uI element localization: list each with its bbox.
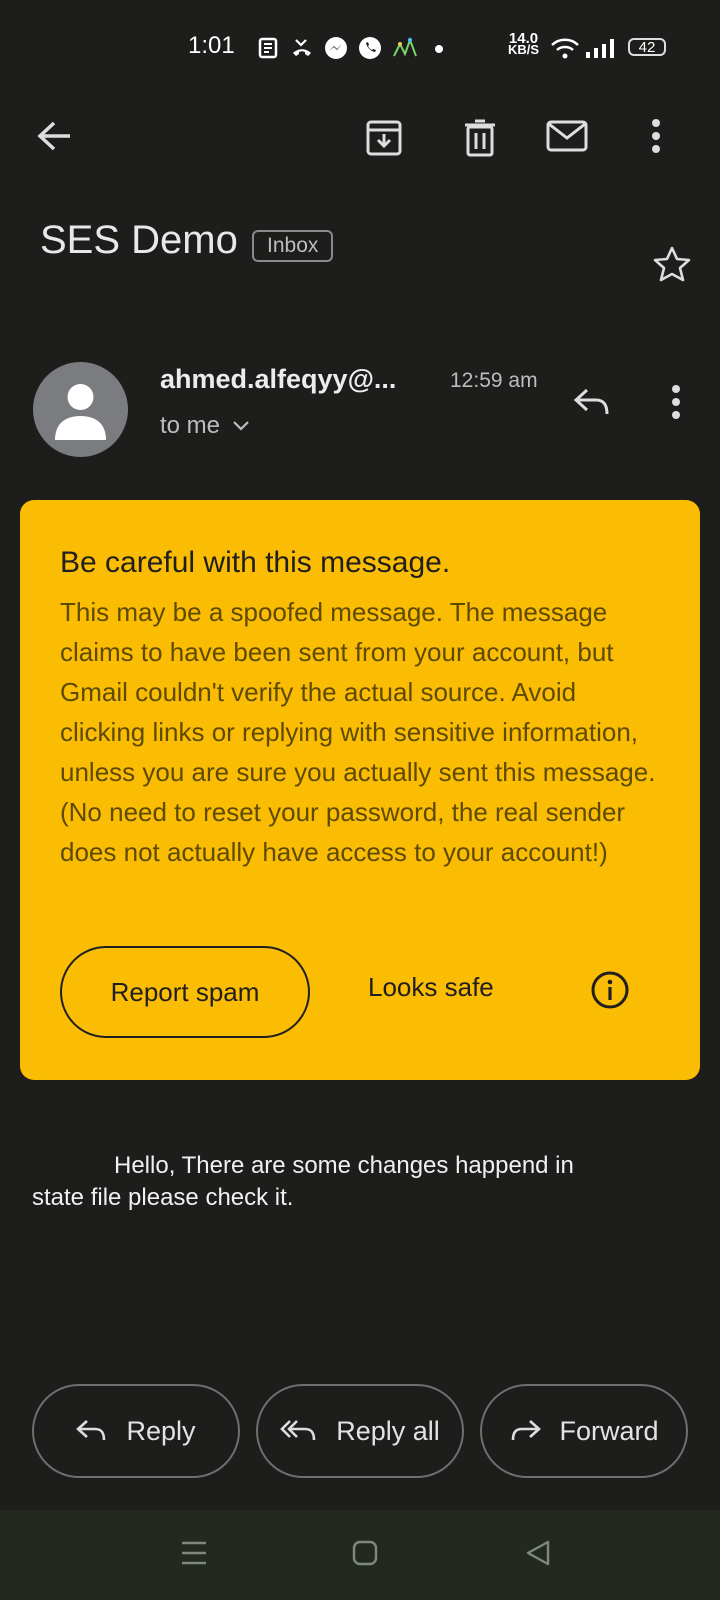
more-vert-icon xyxy=(651,119,661,153)
news-icon xyxy=(258,37,280,59)
wifi-icon xyxy=(550,37,580,59)
delete-icon xyxy=(463,119,497,157)
archive-button[interactable] xyxy=(360,114,408,162)
warning-title: Be careful with this message. xyxy=(60,546,451,579)
email-body-line: Hello, There are some changes happend in xyxy=(114,1152,574,1179)
back-arrow-icon xyxy=(36,120,72,152)
battery-indicator: 42 xyxy=(628,38,666,56)
reply-all-icon xyxy=(280,1419,318,1443)
delete-button[interactable] xyxy=(456,114,504,162)
whatsapp-icon xyxy=(358,36,382,60)
system-nav-bar xyxy=(0,1510,720,1600)
reply-icon xyxy=(573,387,611,417)
email-body-line: state file please check it. xyxy=(32,1184,294,1211)
forward-icon xyxy=(509,1419,542,1443)
messenger-icon xyxy=(324,36,348,60)
activity-app-icon xyxy=(392,36,418,60)
archive-icon xyxy=(365,119,403,157)
spoof-warning-card: Be careful with this message. This may b… xyxy=(20,500,700,1080)
message-more-button[interactable] xyxy=(652,378,700,426)
reply-button[interactable]: Reply xyxy=(32,1384,240,1478)
sender-avatar[interactable] xyxy=(33,362,128,457)
sender-name: ahmed.alfeqyy@... xyxy=(160,364,397,394)
forward-label: Forward xyxy=(559,1415,659,1446)
missed-call-icon xyxy=(290,37,314,59)
email-time: 12:59 am xyxy=(450,369,538,392)
home-icon[interactable] xyxy=(352,1540,378,1566)
back-button[interactable] xyxy=(30,112,78,160)
info-icon xyxy=(590,970,630,1010)
mark-unread-button[interactable] xyxy=(543,112,591,160)
inbox-label[interactable]: Inbox xyxy=(252,230,334,262)
chevron-down-icon xyxy=(232,420,250,432)
net-speed: 14.0 KB/S xyxy=(508,31,540,57)
email-subject: SES Demo xyxy=(40,218,238,262)
star-icon xyxy=(652,245,692,283)
email-body: Hello, There are some changes happend in… xyxy=(32,1150,682,1214)
net-speed-unit: KB/S xyxy=(508,42,540,57)
info-button[interactable] xyxy=(590,970,630,1010)
signal-icon xyxy=(584,38,618,60)
person-icon xyxy=(33,362,128,457)
reply-icon xyxy=(76,1419,108,1443)
dot-icon xyxy=(428,37,450,59)
report-spam-button[interactable]: Report spam xyxy=(60,946,310,1038)
reply-button-header[interactable] xyxy=(568,378,616,426)
reply-all-button[interactable]: Reply all xyxy=(256,1384,464,1478)
recipient-details-toggle[interactable]: to me xyxy=(160,412,250,440)
reply-label: Reply xyxy=(126,1415,196,1446)
forward-button[interactable]: Forward xyxy=(480,1384,688,1478)
status-time: 1:01 xyxy=(188,32,235,59)
more-vert-icon xyxy=(671,385,681,419)
warning-body: This may be a spoofed message. The messa… xyxy=(60,597,656,867)
looks-safe-button[interactable]: Looks safe xyxy=(368,972,494,1003)
mark-unread-icon xyxy=(546,120,588,152)
notification-icons xyxy=(258,34,450,62)
star-button[interactable] xyxy=(648,240,696,288)
recipient-label: to me xyxy=(160,412,221,439)
reply-all-label: Reply all xyxy=(336,1415,440,1446)
more-options-button[interactable] xyxy=(632,112,680,160)
recents-menu-icon[interactable] xyxy=(180,1540,208,1566)
back-triangle-icon[interactable] xyxy=(524,1539,552,1567)
